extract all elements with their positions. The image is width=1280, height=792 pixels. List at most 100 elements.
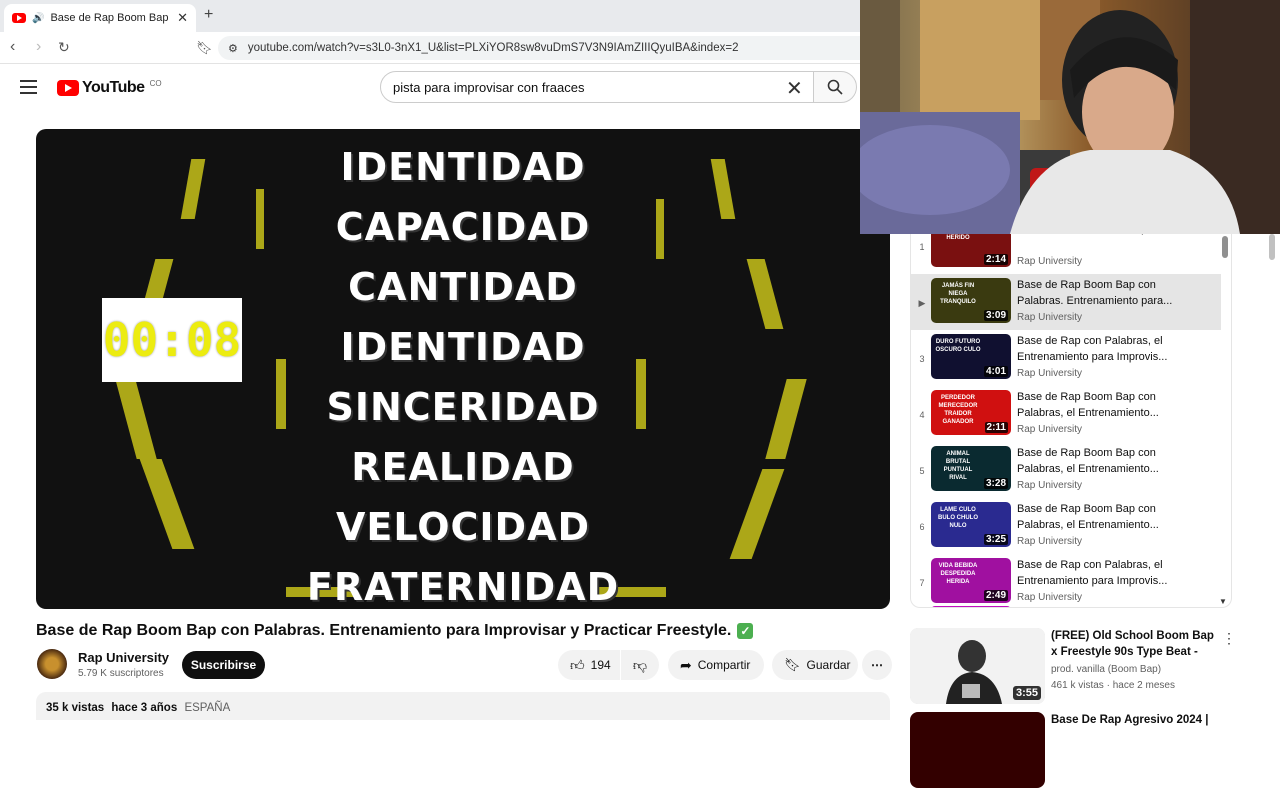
youtube-logo[interactable]: YouTube CO <box>57 79 162 97</box>
more-options-icon[interactable]: ⋮ <box>1222 630 1236 647</box>
description-box[interactable]: 35 k vistas hace 3 años ESPAÑA <box>36 692 890 720</box>
tab-title: Base de Rap Boom Bap con P <box>50 12 171 24</box>
recommended-channel[interactable]: prod. vanilla (Boom Bap) <box>1051 664 1161 675</box>
thumbnail-text: DORMIDO HERIDO <box>946 235 970 241</box>
playlist-thumbnail[interactable]: DORMIDO HERIDO 2:14 <box>931 234 1011 267</box>
recommended-thumbnail[interactable] <box>910 712 1045 788</box>
video-title-text: Base de Rap Boom Bap con Palabras. Entre… <box>36 622 732 639</box>
playlist-item-peek <box>931 606 1011 607</box>
playlist-item-channel: Rap University <box>1017 536 1083 547</box>
recommended-video[interactable]: Base De Rap Agresivo 2024 | <box>910 712 1250 792</box>
recommended-meta: 461 k vistas · hace 2 meses <box>1051 680 1175 691</box>
webcam-overlay <box>860 0 1280 234</box>
thumbnail-text: JAMÁS FIN NIEGA TRANQUILO <box>940 283 976 305</box>
video-duration: 3:25 <box>983 534 1008 545</box>
playlist-item[interactable]: ▶ JAMÁS FIN NIEGA TRANQUILO 3:09 Base de Ra… <box>911 274 1221 330</box>
channel-avatar[interactable] <box>37 649 67 679</box>
check-mark-icon: ✓ <box>737 623 754 639</box>
playlist-item-channel: Rap University <box>1017 312 1083 323</box>
hamburger-menu-icon[interactable] <box>20 80 37 94</box>
playlist-thumbnail[interactable]: DURO FUTURO OSCURO CULO 4:01 <box>931 334 1011 379</box>
view-count: 35 k vistas <box>46 702 105 714</box>
video-duration: 3:55 <box>1012 686 1041 700</box>
playlist-index: 4 <box>919 410 925 420</box>
video-country: ESPAÑA <box>184 702 231 714</box>
playlist-index: 1 <box>919 242 925 252</box>
reload-icon[interactable]: ↻ <box>58 39 70 56</box>
share-label: Compartir <box>697 658 751 672</box>
recommended-video[interactable]: 3:55 (FREE) Old School Boom Bap x Freest… <box>910 628 1250 708</box>
video-player[interactable]: IDENTIDAD CAPACIDAD CANTIDAD IDENTIDAD S… <box>36 129 890 609</box>
playlist-item[interactable]: 3 DURO FUTURO OSCURO CULO 4:01 Base de Rap … <box>911 330 1221 386</box>
channel-name[interactable]: Rap University <box>78 650 169 665</box>
playlist-item-title: Base de Rap Boom Bap con Palabras. Entre… <box>1017 279 1173 307</box>
playlist-index: ▶ <box>918 298 926 308</box>
video-word: SINCERIDAD <box>326 385 600 429</box>
thumbs-down-icon: 👎︎ <box>632 656 648 673</box>
playlist-thumbnail[interactable]: VIDA BEBIDA DESPEDIDA HERIDA 2:49 <box>931 558 1011 603</box>
thumbnail-text: LAME CULO BULO CHULO NULO <box>938 507 978 529</box>
playlist-item-channel: Rap University <box>1017 480 1083 491</box>
video-word: VELOCIDAD <box>335 505 591 549</box>
more-actions-button[interactable]: ⋯ <box>862 650 892 680</box>
video-duration: 4:01 <box>983 366 1008 377</box>
playlist-thumbnail[interactable]: LAME CULO BULO CHULO NULO 3:25 <box>931 502 1011 547</box>
playlist-item-title: Base de Rap Boom Bap con Palabras, el En… <box>1017 447 1159 475</box>
playlist-thumbnail[interactable]: ANIMAL BRUTAL PUNTUAL RIVAL 3:28 <box>931 446 1011 491</box>
site-info-icon[interactable]: ⚙︎ <box>228 42 238 55</box>
page-scrollbar[interactable] <box>1269 234 1275 260</box>
search-input[interactable]: pista para improvisar con fraaces <box>380 71 814 103</box>
thumbnail-text: DURO FUTURO OSCURO CULO <box>935 339 981 353</box>
video-word: CAPACIDAD <box>335 205 591 249</box>
browser-tab[interactable]: 🔊 Base de Rap Boom Bap con P ✕ <box>4 4 196 32</box>
webcam-image <box>860 0 1280 234</box>
more-icon: ⋯ <box>871 658 883 672</box>
playlist-item[interactable]: 1 DORMIDO HERIDO 2:14 Palabras. Entrenamien… <box>911 234 1221 274</box>
speaker-icon[interactable]: 🔊 <box>32 13 44 24</box>
playlist-scrollbar[interactable] <box>1222 236 1228 258</box>
like-button[interactable]: 👍︎ 194 <box>558 650 620 680</box>
video-timer: 00:08 <box>102 298 242 382</box>
subscriber-count: 5.79 K suscriptores <box>78 668 164 679</box>
search-button[interactable] <box>813 71 857 103</box>
scroll-down-icon[interactable]: ▼ <box>1219 597 1227 606</box>
save-icon: 🔖︎ <box>784 657 801 672</box>
playlist-item-title: Base de Rap con Palabras, el Entrenamien… <box>1017 335 1168 363</box>
playlist-index: 5 <box>919 466 925 476</box>
share-button[interactable]: ➦ Compartir <box>668 650 764 680</box>
clear-search-icon[interactable]: ✕ <box>786 76 803 101</box>
country-code: CO <box>149 79 162 88</box>
playlist-item-channel: Rap University <box>1017 368 1083 379</box>
new-tab-button[interactable]: + <box>204 6 213 24</box>
playlist-index: 6 <box>919 522 925 532</box>
playlist-item-channel: Rap University <box>1017 256 1083 267</box>
playlist-index: 7 <box>919 578 925 588</box>
playlist-thumbnail[interactable]: JAMÁS FIN NIEGA TRANQUILO 3:09 <box>931 278 1011 323</box>
playlist-item-channel: Rap University <box>1017 592 1083 603</box>
playlist-thumbnail[interactable]: PERDEDOR MERECEDOR TRAIDOR GANADOR 2:11 <box>931 390 1011 435</box>
bookmark-icon[interactable]: 🔖︎ <box>196 40 213 56</box>
playlist-item[interactable]: 5 ANIMAL BRUTAL PUNTUAL RIVAL 3:28 Base de … <box>911 442 1221 498</box>
recommended-title[interactable]: Base De Rap Agresivo 2024 | <box>1051 712 1221 728</box>
url-field[interactable]: ⚙︎ youtube.com/watch?v=s3L0-3nX1_U&list=… <box>218 36 860 60</box>
like-count: 194 <box>590 658 611 672</box>
save-label: Guardar <box>806 658 851 672</box>
forward-icon[interactable]: › <box>36 38 41 56</box>
playlist-item-channel: Rap University <box>1017 424 1083 435</box>
close-tab-icon[interactable]: ✕ <box>177 10 188 26</box>
url-text: youtube.com/watch?v=s3L0-3nX1_U&list=PLX… <box>247 42 739 54</box>
dislike-button[interactable]: 👎︎ <box>621 650 659 680</box>
playlist-item[interactable]: 7 VIDA BEBIDA DESPEDIDA HERIDA 2:49 Base de… <box>911 554 1221 607</box>
playlist-item[interactable]: 6 LAME CULO BULO CHULO NULO 3:25 Base de Ra… <box>911 498 1221 554</box>
save-button[interactable]: 🔖︎ Guardar <box>772 650 858 680</box>
recommended-thumbnail[interactable]: 3:55 <box>910 628 1045 704</box>
youtube-play-icon <box>57 80 79 96</box>
search-icon <box>827 79 843 95</box>
recommended-title[interactable]: (FREE) Old School Boom Bap x Freestyle 9… <box>1051 628 1221 660</box>
subscribe-button[interactable]: Suscribirse <box>182 651 265 679</box>
back-icon[interactable]: ‹ <box>10 38 15 56</box>
video-word: IDENTIDAD <box>340 145 586 189</box>
video-duration: 3:09 <box>983 310 1008 321</box>
playlist-item[interactable]: 4 PERDEDOR MERECEDOR TRAIDOR GANADOR 2:11 B… <box>911 386 1221 442</box>
video-duration: 2:49 <box>983 590 1008 601</box>
